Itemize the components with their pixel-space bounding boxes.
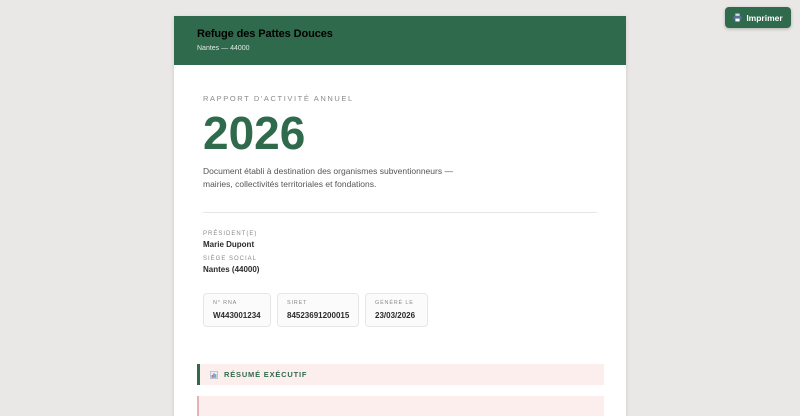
id-card-rna: N° RNA W443001234	[203, 293, 271, 327]
report-kicker: RAPPORT D'ACTIVITÉ ANNUEL	[203, 94, 354, 103]
section-summary-header: RÉSUMÉ EXÉCUTIF	[197, 364, 604, 385]
intro-line-1: Document établi à destination des organi…	[203, 166, 453, 176]
printer-icon	[733, 13, 742, 22]
report-page: Refuge des Pattes Douces Nantes — 44000 …	[174, 16, 626, 416]
print-button[interactable]: Imprimer	[725, 7, 791, 28]
id-label: GÉNÉRÉ LE	[375, 300, 414, 306]
id-cards: N° RNA W443001234 SIRET 84523691200015 G…	[203, 293, 428, 327]
print-button-label: Imprimer	[746, 12, 783, 23]
next-section-band	[197, 396, 604, 416]
org-location: Nantes — 44000	[197, 45, 250, 52]
bar-chart-icon	[210, 370, 218, 379]
report-intro: Document établi à destination des organi…	[203, 165, 483, 191]
president-label: PRÉSIDENT(E)	[203, 231, 258, 237]
divider	[203, 212, 597, 213]
id-value: 84523691200015	[287, 311, 350, 320]
org-name: Refuge des Pattes Douces	[197, 28, 333, 40]
id-card-siret: SIRET 84523691200015	[277, 293, 359, 327]
report-header	[174, 16, 626, 65]
id-label: N° RNA	[213, 300, 238, 306]
id-value: W443001234	[213, 311, 261, 320]
report-year: 2026	[203, 107, 306, 159]
seat-label: SIÈGE SOCIAL	[203, 256, 258, 262]
intro-line-2: mairies, collectivités territoriales et …	[203, 179, 377, 189]
id-card-generated: GÉNÉRÉ LE 23/03/2026	[365, 293, 428, 327]
section-summary-title: RÉSUMÉ EXÉCUTIF	[224, 370, 308, 379]
id-value: 23/03/2026	[375, 311, 416, 320]
id-label: SIRET	[287, 300, 308, 306]
president-value: Marie Dupont	[203, 240, 255, 249]
seat-value: Nantes (44000)	[203, 265, 260, 274]
